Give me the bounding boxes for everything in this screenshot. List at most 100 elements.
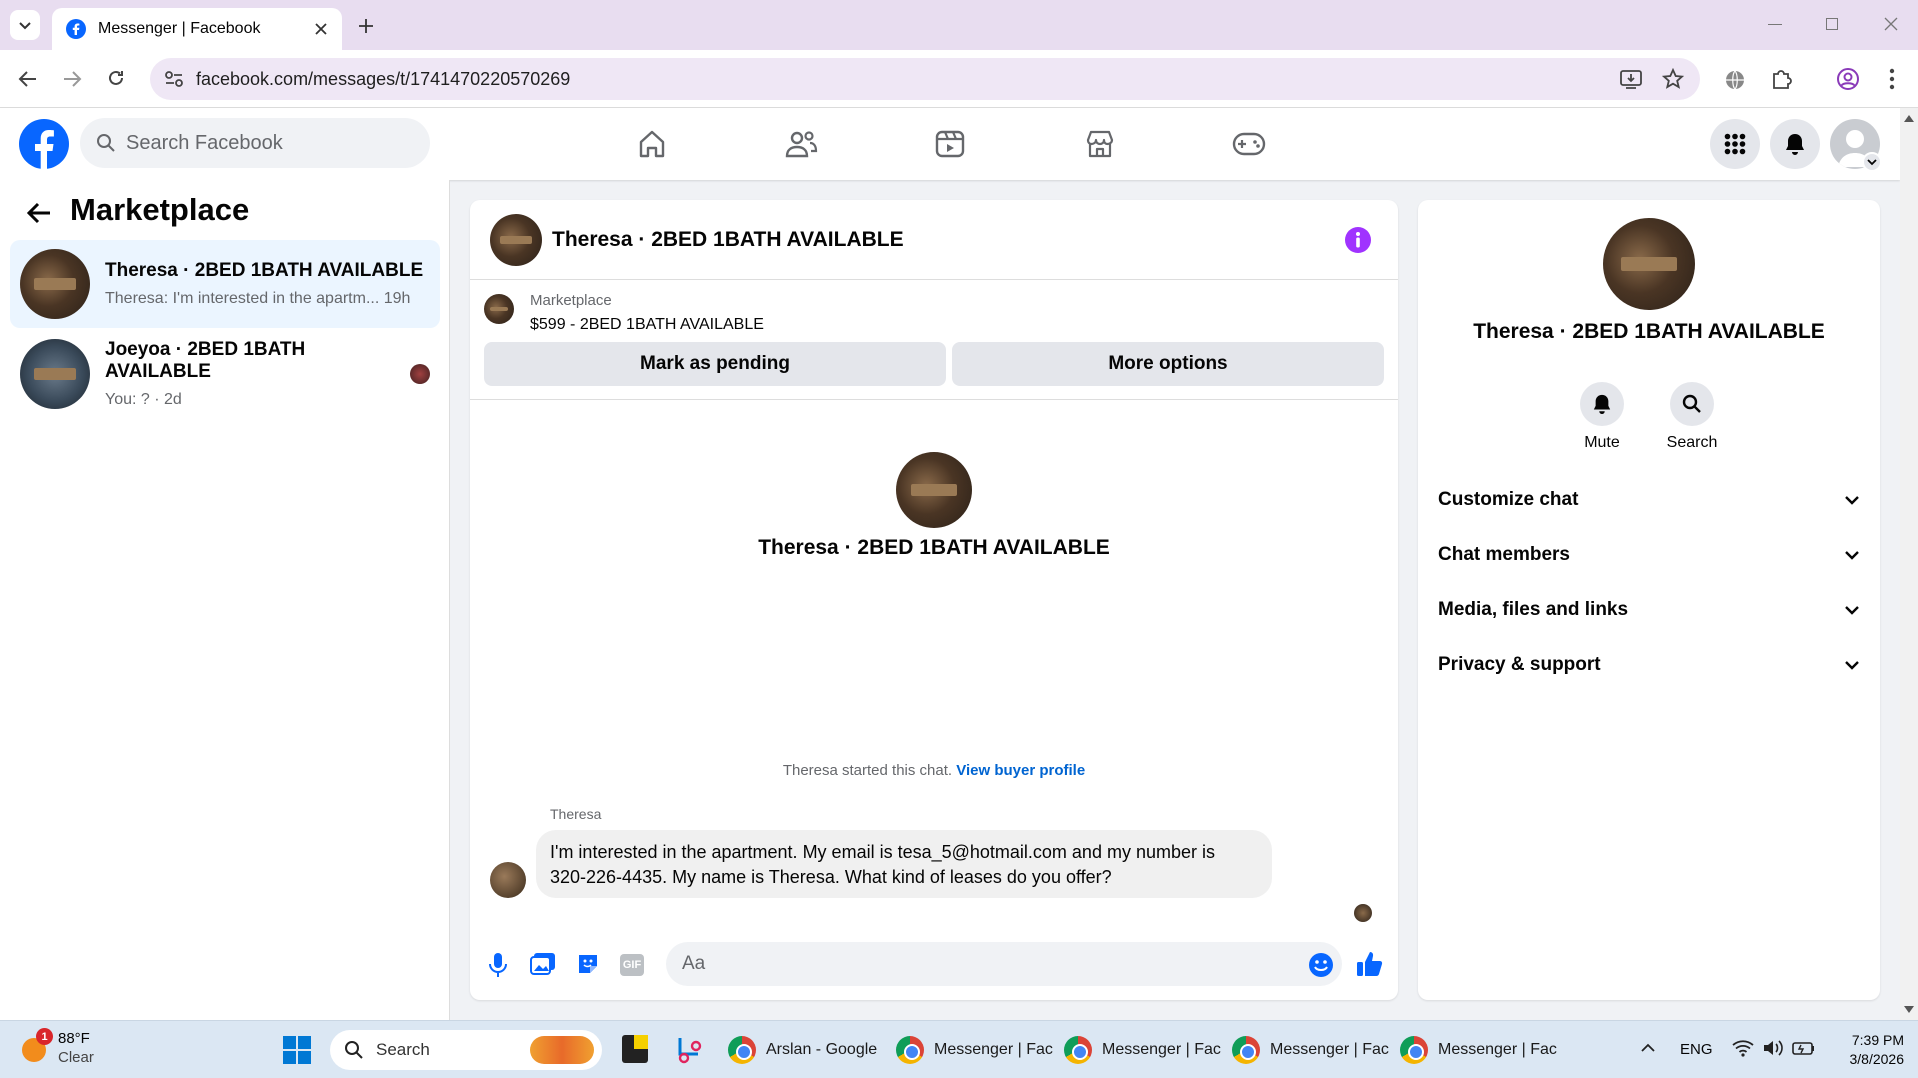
photo-icon[interactable]	[530, 952, 556, 976]
gaming-icon[interactable]	[1232, 130, 1266, 158]
weather-widget[interactable]: 1 88°F Clear	[18, 1028, 94, 1067]
mute-button[interactable]: Mute	[1570, 382, 1634, 452]
weather-desc: Clear	[58, 1049, 94, 1066]
tab-search-button[interactable]	[10, 10, 40, 40]
site-settings-icon[interactable]	[164, 70, 184, 88]
taskbar-app-messenger-2[interactable]: Messenger | Fac	[1064, 1025, 1221, 1075]
close-window-icon[interactable]	[1884, 17, 1898, 31]
plus-icon	[359, 19, 373, 33]
wifi-icon[interactable]	[1732, 1039, 1754, 1057]
chat-started-text: Theresa started this chat.	[782, 762, 953, 779]
search-in-conversation-button[interactable]: Search	[1660, 382, 1724, 452]
chevron-down-icon	[1845, 551, 1859, 560]
new-tab-button[interactable]	[352, 12, 380, 40]
search-placeholder: Search Facebook	[126, 131, 283, 154]
message-bubble[interactable]: I'm interested in the apartment. My emai…	[536, 830, 1272, 898]
translate-globe-icon[interactable]	[1724, 69, 1746, 91]
windows-taskbar: 1 88°F Clear Search Arslan - Google Mess…	[0, 1020, 1918, 1078]
battery-icon[interactable]	[1792, 1039, 1816, 1057]
back-arrow-icon[interactable]	[18, 70, 38, 88]
taskbar-app-chrome-arslan[interactable]: Arslan - Google	[728, 1025, 877, 1075]
extensions-puzzle-icon[interactable]	[1770, 68, 1792, 90]
weather-temp: 88°F	[58, 1030, 90, 1047]
chat-members-section[interactable]: Chat members	[1438, 535, 1860, 575]
sticky-notes-icon[interactable]	[622, 1035, 648, 1063]
clock[interactable]: 7:39 PM 3/8/2026	[1838, 1031, 1905, 1069]
thumbs-up-icon[interactable]	[1356, 950, 1384, 978]
message-input[interactable]: Aa	[666, 942, 1342, 986]
forward-arrow-icon[interactable]	[62, 70, 82, 88]
address-bar[interactable]: facebook.com/messages/t/1741470220570269	[150, 58, 1700, 100]
home-icon[interactable]	[636, 128, 668, 160]
facebook-search-input[interactable]: Search Facebook	[80, 118, 430, 168]
snipping-tool-icon[interactable]	[674, 1034, 704, 1064]
install-app-icon[interactable]	[1620, 69, 1642, 89]
mark-as-pending-button[interactable]: Mark as pending	[484, 342, 946, 386]
close-tab-icon[interactable]	[314, 22, 328, 36]
chevron-down-icon	[19, 22, 31, 30]
browser-tab-bar: Messenger | Facebook	[0, 0, 1918, 50]
more-options-button[interactable]: More options	[952, 342, 1384, 386]
section-label: Privacy & support	[1438, 654, 1601, 675]
privacy-support-section[interactable]: Privacy & support	[1438, 645, 1860, 685]
media-files-links-section[interactable]: Media, files and links	[1438, 590, 1860, 630]
emoji-icon[interactable]	[1308, 952, 1334, 978]
scroll-down-arrow-icon[interactable]	[1904, 1006, 1914, 1014]
notifications-button[interactable]	[1770, 119, 1820, 169]
facebook-logo-icon[interactable]	[18, 118, 70, 170]
conversation-item-theresa[interactable]: Theresa · 2BED 1BATH AVAILABLE Theresa: …	[10, 240, 440, 328]
search-icon	[1682, 394, 1701, 413]
back-arrow-icon[interactable]	[26, 202, 52, 224]
taskbar-app-label: Messenger | Fac	[1102, 1041, 1221, 1058]
page-scrollbar[interactable]	[1900, 108, 1918, 1020]
marketplace-icon[interactable]	[1084, 128, 1116, 160]
browser-tab[interactable]: Messenger | Facebook	[52, 8, 342, 50]
minimize-button[interactable]	[1768, 24, 1782, 25]
search-icon	[97, 134, 115, 152]
scroll-up-arrow-icon[interactable]	[1904, 114, 1914, 122]
volume-icon[interactable]	[1762, 1039, 1784, 1057]
video-reels-icon[interactable]	[934, 128, 966, 160]
friends-icon[interactable]	[784, 128, 818, 160]
chrome-icon	[896, 1036, 924, 1064]
chat-header-name[interactable]: Theresa · 2BED 1BATH AVAILABLE	[552, 228, 904, 252]
sender-avatar[interactable]	[490, 862, 526, 898]
url-text: facebook.com/messages/t/1741470220570269	[196, 68, 571, 89]
view-buyer-profile-link[interactable]: View buyer profile	[956, 762, 1085, 779]
account-menu-button[interactable]	[1862, 152, 1882, 172]
gif-icon[interactable]: GIF	[620, 954, 644, 976]
chrome-icon	[728, 1036, 756, 1064]
intro-name: Theresa · 2BED 1BATH AVAILABLE	[758, 536, 1110, 559]
browser-menu-icon[interactable]	[1888, 67, 1896, 91]
taskbar-app-label: Messenger | Fac	[1438, 1041, 1557, 1058]
restore-button[interactable]	[1826, 18, 1838, 30]
listing-title[interactable]: $599 - 2BED 1BATH AVAILABLE	[530, 316, 764, 334]
conversation-item-joeyoa[interactable]: Joeyoa · 2BED 1BATH AVAILABLE You: ? · 2…	[10, 330, 440, 418]
conversation-info-panel: Theresa · 2BED 1BATH AVAILABLE Mute Sear…	[1418, 200, 1880, 1000]
conversation-list-panel: Marketplace Theresa · 2BED 1BATH AVAILAB…	[0, 180, 450, 1020]
chevron-down-icon	[1845, 496, 1859, 505]
listing-thumb-small	[484, 294, 514, 324]
message-line: 320-226-4435. My name is Theresa. What k…	[550, 867, 1112, 887]
taskbar-app-label: Messenger | Fac	[1270, 1041, 1389, 1058]
chevron-down-icon	[1845, 606, 1859, 615]
menu-button[interactable]	[1710, 119, 1760, 169]
taskbar-app-messenger-4[interactable]: Messenger | Fac	[1400, 1025, 1557, 1075]
info-icon[interactable]	[1344, 226, 1372, 254]
conversation-time: 19h	[383, 290, 411, 307]
sticker-icon[interactable]	[576, 952, 600, 976]
windows-start-icon[interactable]	[282, 1035, 312, 1065]
info-avatar[interactable]	[1603, 218, 1695, 310]
bookmark-star-icon[interactable]	[1662, 68, 1684, 90]
microphone-icon[interactable]	[488, 952, 508, 978]
taskbar-app-messenger-3[interactable]: Messenger | Fac	[1232, 1025, 1389, 1075]
taskbar-app-label: Arslan - Google	[766, 1041, 878, 1058]
profile-icon[interactable]	[1836, 67, 1860, 91]
language-indicator[interactable]: ENG	[1680, 1041, 1713, 1058]
customize-chat-section[interactable]: Customize chat	[1438, 480, 1860, 520]
reload-icon[interactable]	[106, 68, 126, 88]
taskbar-app-messenger-1[interactable]: Messenger | Fac	[896, 1025, 1053, 1075]
taskbar-search[interactable]: Search	[330, 1030, 602, 1070]
chat-header-avatar[interactable]	[490, 214, 542, 266]
chevron-up-icon[interactable]	[1640, 1043, 1656, 1053]
